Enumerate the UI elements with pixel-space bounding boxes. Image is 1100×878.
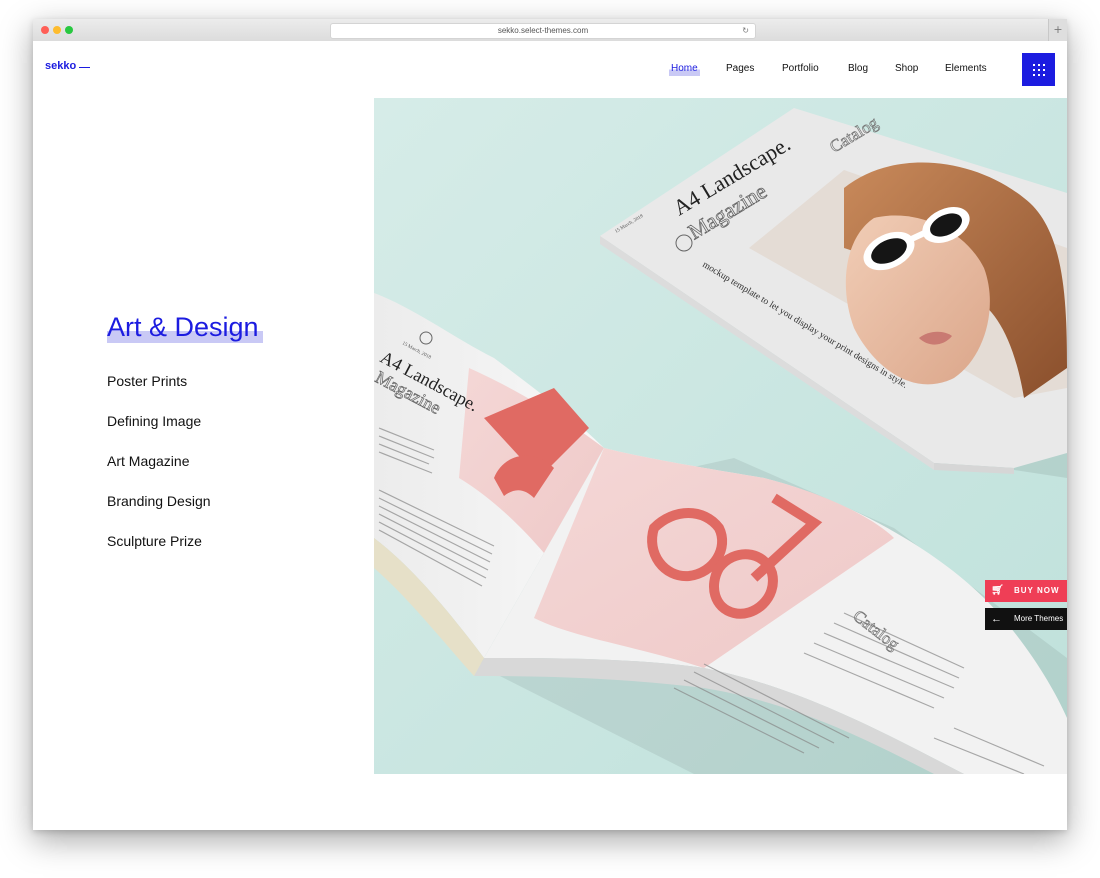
- nav-item-shop[interactable]: Shop: [895, 62, 918, 76]
- category-item-poster-prints[interactable]: Poster Prints: [107, 372, 211, 412]
- browser-titlebar: sekko.select-themes.com ↻ +: [33, 19, 1067, 42]
- category-item-art-magazine[interactable]: Art Magazine: [107, 452, 211, 492]
- address-url: sekko.select-themes.com: [497, 26, 589, 35]
- minimize-window-button[interactable]: [53, 26, 61, 34]
- cart-icon: 🛒︎: [991, 585, 1005, 596]
- reload-icon[interactable]: ↻: [742, 24, 749, 38]
- address-bar[interactable]: sekko.select-themes.com ↻: [330, 23, 756, 39]
- main-nav: Home Pages Portfolio Blog Shop Elements: [33, 62, 1067, 82]
- magazine-mockup-illustration: A4 Landscape. Magazine Catalog mockup te…: [374, 98, 1067, 774]
- nav-item-blog[interactable]: Blog: [848, 62, 868, 76]
- buy-now-button[interactable]: 🛒︎ BUY NOW: [985, 580, 1067, 602]
- nav-item-portfolio[interactable]: Portfolio: [782, 62, 819, 76]
- more-themes-button[interactable]: ← More Themes: [985, 608, 1067, 630]
- close-window-button[interactable]: [41, 26, 49, 34]
- nav-item-elements[interactable]: Elements: [945, 62, 987, 76]
- grid-menu-button[interactable]: [1022, 53, 1055, 86]
- browser-window: sekko.select-themes.com ↻ + sekko Home P…: [33, 19, 1067, 830]
- arrow-left-icon: ←: [991, 613, 1002, 625]
- category-list: Poster Prints Defining Image Art Magazin…: [107, 372, 211, 572]
- new-tab-button[interactable]: +: [1048, 19, 1067, 41]
- category-title[interactable]: Art & Design: [107, 312, 263, 343]
- buy-now-label: BUY NOW: [1014, 586, 1060, 595]
- nav-item-home[interactable]: Home: [669, 62, 700, 76]
- nav-item-pages[interactable]: Pages: [726, 62, 754, 76]
- category-item-branding-design[interactable]: Branding Design: [107, 492, 211, 532]
- more-themes-label: More Themes: [1014, 614, 1064, 623]
- grid-menu-icon: [1033, 64, 1045, 76]
- category-item-defining-image[interactable]: Defining Image: [107, 412, 211, 452]
- hero-magazine-image: A4 Landscape. Magazine Catalog mockup te…: [374, 98, 1067, 774]
- category-item-sculpture-prize[interactable]: Sculpture Prize: [107, 532, 211, 572]
- maximize-window-button[interactable]: [65, 26, 73, 34]
- site-header: sekko Home Pages Portfolio Blog Shop Ele…: [33, 41, 1067, 98]
